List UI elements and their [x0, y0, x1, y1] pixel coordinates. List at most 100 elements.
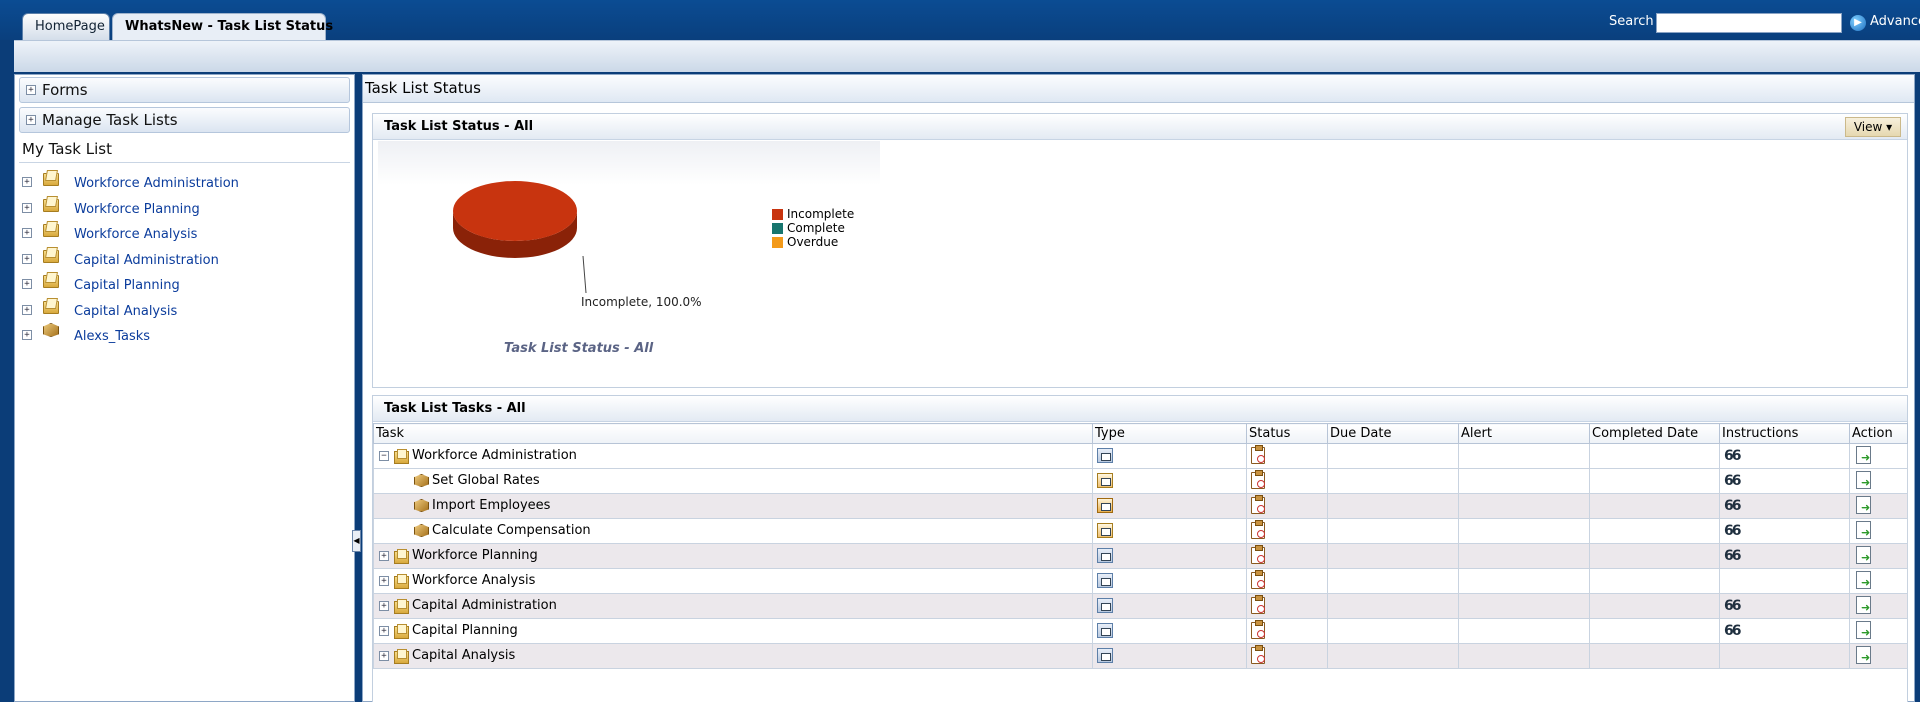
tree-item-label[interactable]: Workforce Analysis — [74, 227, 197, 242]
column-header-instructions[interactable]: Instructions — [1719, 423, 1850, 444]
task-list-type-icon[interactable] — [1097, 648, 1113, 663]
tree-item-label[interactable]: Capital Planning — [74, 278, 180, 293]
task-name[interactable]: Import Employees — [432, 498, 550, 513]
task-name[interactable]: Calculate Compensation — [432, 523, 591, 538]
tab-whatsnew-task-list-status[interactable]: WhatsNew - Task List Status — [112, 13, 333, 40]
tree-item-label[interactable]: Capital Administration — [74, 253, 219, 268]
instructions-glasses-icon[interactable]: 66 — [1724, 623, 1742, 639]
tree-item[interactable]: + Workforce Administration — [20, 170, 340, 192]
tree-item[interactable]: + Capital Administration — [20, 247, 340, 269]
collapse-icon[interactable]: − — [379, 451, 389, 461]
instructions-glasses-icon[interactable]: 66 — [1724, 473, 1742, 489]
task-list-type-icon[interactable] — [1097, 448, 1113, 463]
data-form-edit-icon[interactable] — [1097, 498, 1113, 513]
action-go-icon[interactable] — [1856, 496, 1871, 514]
table-row[interactable]: + Capital Planning 66 — [373, 618, 1908, 644]
instructions-glasses-icon[interactable]: 66 — [1724, 498, 1742, 514]
task-list-type-icon[interactable] — [1097, 573, 1113, 588]
table-row[interactable]: + Capital Administration 66 — [373, 593, 1908, 619]
task-name[interactable]: Capital Administration — [412, 598, 557, 613]
status-clipboard-icon[interactable] — [1251, 594, 1265, 614]
document-type-icon[interactable] — [1097, 523, 1113, 538]
task-list-type-icon[interactable] — [1097, 598, 1113, 613]
expand-icon[interactable]: + — [22, 228, 32, 238]
task-name[interactable]: Workforce Analysis — [412, 573, 535, 588]
collapse-left-panel-icon[interactable]: ◀ — [352, 530, 361, 552]
expand-icon[interactable]: + — [379, 601, 389, 611]
column-header-type[interactable]: Type — [1092, 423, 1247, 444]
status-clipboard-icon[interactable] — [1251, 444, 1265, 464]
table-row[interactable]: + Workforce Planning 66 — [373, 543, 1908, 569]
action-go-icon[interactable] — [1856, 521, 1871, 539]
tree-item[interactable]: + Workforce Planning — [20, 196, 340, 218]
task-name[interactable]: Set Global Rates — [432, 473, 540, 488]
table-row[interactable]: + Capital Analysis — [373, 643, 1908, 669]
expand-icon[interactable]: + — [22, 202, 32, 213]
view-menu-button[interactable]: View ▾ — [1845, 117, 1901, 137]
status-clipboard-icon[interactable] — [1251, 644, 1265, 664]
status-clipboard-icon[interactable] — [1251, 469, 1265, 489]
task-list-type-icon[interactable] — [1097, 548, 1113, 563]
action-go-icon[interactable] — [1856, 571, 1871, 589]
action-go-icon[interactable] — [1856, 621, 1871, 639]
expand-icon[interactable]: + — [26, 85, 36, 95]
advanced-search-link[interactable]: Advanced — [1870, 14, 1920, 29]
table-row[interactable]: − Workforce Administration 66 — [373, 443, 1908, 469]
task-name[interactable]: Capital Planning — [412, 623, 518, 638]
action-go-icon[interactable] — [1856, 446, 1871, 464]
tree-item[interactable]: + Capital Analysis — [20, 298, 340, 320]
status-clipboard-icon[interactable] — [1251, 619, 1265, 639]
status-clipboard-icon[interactable] — [1251, 569, 1265, 589]
instructions-glasses-icon[interactable]: 66 — [1724, 598, 1742, 614]
expand-icon[interactable]: + — [22, 304, 32, 315]
table-row[interactable]: + Workforce Analysis — [373, 568, 1908, 594]
tab-homepage[interactable]: HomePage — [22, 13, 110, 40]
expand-icon[interactable]: + — [379, 551, 389, 561]
manage-task-lists-accordion-header[interactable]: + Manage Task Lists — [19, 107, 350, 133]
expand-icon[interactable]: + — [379, 651, 389, 661]
forms-accordion-header[interactable]: + Forms — [19, 77, 350, 103]
table-row[interactable]: Set Global Rates 66 — [373, 468, 1908, 494]
tree-item-label[interactable]: Alexs_Tasks — [74, 329, 150, 344]
tree-item-label[interactable]: Capital Analysis — [74, 304, 177, 319]
expand-icon[interactable]: + — [22, 177, 32, 187]
status-clipboard-icon[interactable] — [1251, 544, 1265, 564]
expand-icon[interactable]: + — [22, 253, 32, 264]
pie-slice-incomplete[interactable] — [453, 181, 577, 241]
tree-item[interactable]: + Capital Planning — [20, 272, 340, 294]
status-clipboard-icon[interactable] — [1251, 494, 1265, 514]
action-go-icon[interactable] — [1856, 646, 1871, 664]
instructions-glasses-icon[interactable]: 66 — [1724, 448, 1742, 464]
task-name[interactable]: Workforce Administration — [412, 448, 577, 463]
tree-item-label[interactable]: Workforce Administration — [74, 176, 239, 191]
panel-splitter[interactable] — [355, 74, 362, 702]
my-task-list-header[interactable]: My Task List — [19, 137, 350, 163]
advanced-search-icon[interactable]: ▶ — [1850, 15, 1866, 31]
instructions-glasses-icon[interactable]: 66 — [1724, 523, 1742, 539]
task-name[interactable]: Capital Analysis — [412, 648, 515, 663]
column-header-alert[interactable]: Alert — [1458, 423, 1590, 444]
column-header-due-date[interactable]: Due Date — [1327, 423, 1459, 444]
expand-icon[interactable]: + — [379, 626, 389, 636]
action-go-icon[interactable] — [1856, 596, 1871, 614]
column-header-status[interactable]: Status — [1246, 423, 1328, 444]
instructions-glasses-icon[interactable]: 66 — [1724, 548, 1742, 564]
column-header-completed-date[interactable]: Completed Date — [1589, 423, 1720, 444]
tree-item[interactable]: + Workforce Analysis — [20, 221, 340, 243]
table-row[interactable]: Import Employees 66 — [373, 493, 1908, 519]
tree-item-label[interactable]: Workforce Planning — [74, 202, 200, 217]
expand-icon[interactable]: + — [379, 576, 389, 586]
status-clipboard-icon[interactable] — [1251, 519, 1265, 539]
search-input[interactable] — [1656, 13, 1842, 33]
expand-icon[interactable]: + — [22, 330, 32, 340]
column-header-task[interactable]: Task — [373, 423, 1093, 444]
action-go-icon[interactable] — [1856, 546, 1871, 564]
expand-icon[interactable]: + — [26, 115, 36, 125]
tree-item[interactable]: + Alexs_Tasks — [20, 323, 340, 345]
task-list-type-icon[interactable] — [1097, 623, 1113, 638]
table-row[interactable]: Calculate Compensation 66 — [373, 518, 1908, 544]
task-name[interactable]: Workforce Planning — [412, 548, 538, 563]
document-type-icon[interactable] — [1097, 473, 1113, 488]
expand-icon[interactable]: + — [22, 279, 32, 289]
action-go-icon[interactable] — [1856, 471, 1871, 489]
